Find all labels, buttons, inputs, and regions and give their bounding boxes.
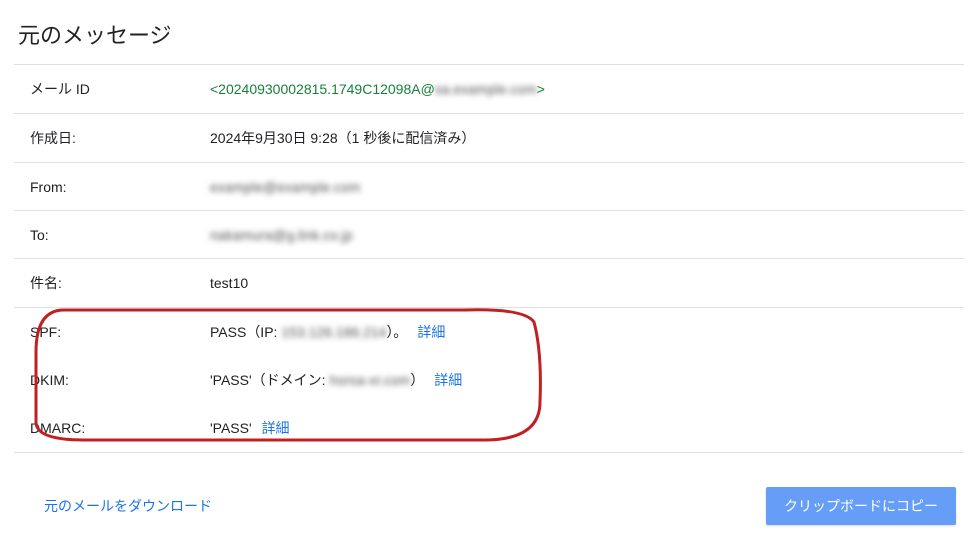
page-title: 元のメッセージ [0,0,974,64]
label-to: To: [30,227,210,243]
label-from: From: [30,179,210,195]
message-id-domain-hidden: sa.example.com [435,81,537,97]
row-subject: 件名: test10 [14,259,964,308]
value-created: 2024年9月30日 9:28（1 秒後に配信済み） [210,128,964,148]
dkim-details-link[interactable]: 詳細 [434,372,462,388]
value-message-id: <20240930002815.1749C12098A@sa.example.c… [210,81,964,97]
label-created: 作成日: [30,128,210,148]
row-created: 作成日: 2024年9月30日 9:28（1 秒後に配信済み） [14,114,964,163]
row-spf: SPF: PASS（IP: 153.126.186.214）。 詳細 [14,308,964,356]
bottom-actions: 元のメールをダウンロード クリップボードにコピー [0,453,974,525]
value-dmarc: 'PASS' 詳細 [210,418,964,438]
dmarc-details-link[interactable]: 詳細 [262,420,290,436]
value-subject: test10 [210,275,964,291]
value-spf: PASS（IP: 153.126.186.214）。 詳細 [210,322,964,342]
label-message-id: メール ID [30,79,210,99]
download-original-link[interactable]: 元のメールをダウンロード [44,496,212,516]
label-dkim: DKIM: [30,372,210,388]
label-subject: 件名: [30,273,210,293]
dkim-domain-hidden: horsa-xr.com [329,372,410,388]
label-dmarc: DMARC: [30,420,210,436]
auth-section: SPF: PASS（IP: 153.126.186.214）。 詳細 DKIM:… [14,308,964,453]
row-message-id: メール ID <20240930002815.1749C12098A@sa.ex… [14,65,964,114]
row-to: To: nakamura@g.link.co.jp [14,211,964,259]
spf-details-link[interactable]: 詳細 [417,324,445,340]
row-from: From: example@example.com [14,163,964,211]
value-dkim: 'PASS'（ドメイン: horsa-xr.com） 詳細 [210,370,964,390]
message-info-table: メール ID <20240930002815.1749C12098A@sa.ex… [14,64,964,453]
value-from: example@example.com [210,179,964,195]
row-dkim: DKIM: 'PASS'（ドメイン: horsa-xr.com） 詳細 [14,356,964,404]
value-to: nakamura@g.link.co.jp [210,227,964,243]
row-dmarc: DMARC: 'PASS' 詳細 [14,404,964,452]
spf-ip-hidden: 153.126.186.214 [281,324,386,340]
copy-to-clipboard-button[interactable]: クリップボードにコピー [766,487,956,525]
label-spf: SPF: [30,324,210,340]
